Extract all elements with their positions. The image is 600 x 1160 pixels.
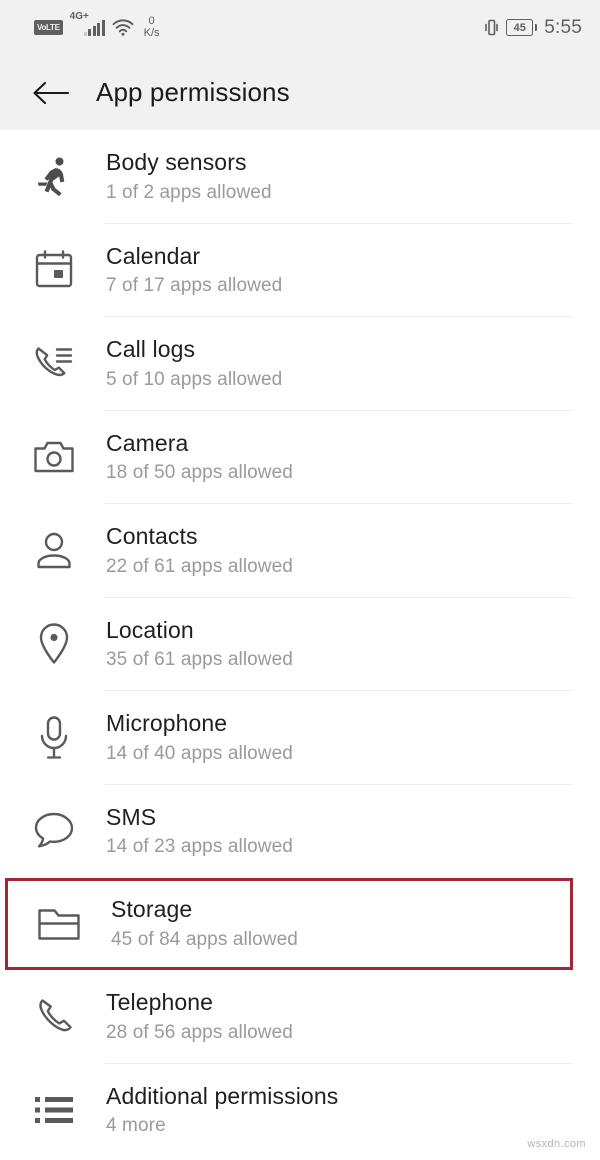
list-item-text: Call logs 5 of 10 apps allowed bbox=[106, 335, 282, 392]
watermark: wsxdn.com bbox=[527, 1138, 586, 1150]
list-item-text: Location 35 of 61 apps allowed bbox=[106, 616, 293, 673]
list-item-calendar[interactable]: Calendar 7 of 17 apps allowed bbox=[0, 223, 600, 317]
folder-icon bbox=[27, 906, 91, 942]
list-item-text: Camera 18 of 50 apps allowed bbox=[106, 429, 293, 486]
location-pin-icon bbox=[22, 622, 86, 666]
list-item-label: Storage bbox=[111, 896, 193, 923]
list-item-label: SMS bbox=[106, 803, 157, 830]
calendar-icon bbox=[22, 249, 86, 291]
list-item-status: 45 of 84 apps allowed bbox=[111, 929, 298, 951]
contacts-person-icon bbox=[22, 531, 86, 571]
list-item-telephone[interactable]: Telephone 28 of 56 apps allowed bbox=[0, 970, 600, 1064]
list-item-status: 14 of 40 apps allowed bbox=[106, 742, 293, 764]
list-item-status: 1 of 2 apps allowed bbox=[106, 181, 272, 203]
list-bullets-icon bbox=[22, 1095, 86, 1125]
toolbar: App permissions bbox=[0, 55, 600, 130]
list-item-label: Location bbox=[106, 616, 194, 643]
list-item-label: Contacts bbox=[106, 523, 198, 550]
page-title: App permissions bbox=[96, 77, 290, 107]
list-item-status: 28 of 56 apps allowed bbox=[106, 1021, 293, 1043]
microphone-icon bbox=[22, 715, 86, 761]
camera-icon bbox=[22, 438, 86, 476]
volte-icon: VoLTE bbox=[34, 20, 63, 35]
list-item-status: 7 of 17 apps allowed bbox=[106, 275, 283, 297]
list-item-text: Contacts 22 of 61 apps allowed bbox=[106, 522, 293, 579]
list-item-text: Calendar 7 of 17 apps allowed bbox=[106, 242, 282, 299]
list-item-camera[interactable]: Camera 18 of 50 apps allowed bbox=[0, 410, 600, 504]
list-item-label: Additional permissions bbox=[106, 1082, 339, 1109]
list-item-call-logs[interactable]: Call logs 5 of 10 apps allowed bbox=[0, 317, 600, 411]
list-item-status: 4 more bbox=[106, 1115, 166, 1137]
list-item-text: Additional permissions 4 more bbox=[106, 1082, 338, 1139]
phone-screen: VoLTE 4G+ 0 K/s 45 5:55 App permissions … bbox=[0, 0, 600, 1160]
telephone-icon bbox=[22, 996, 86, 1038]
list-item-status: 35 of 61 apps allowed bbox=[106, 649, 293, 671]
list-item-status: 14 of 23 apps allowed bbox=[106, 836, 293, 858]
list-item-status: 5 of 10 apps allowed bbox=[106, 368, 283, 390]
list-item-additional-permissions[interactable]: Additional permissions 4 more bbox=[0, 1063, 600, 1157]
list-item-body-sensors[interactable]: Body sensors 1 of 2 apps allowed bbox=[0, 130, 600, 224]
list-item-status: 18 of 50 apps allowed bbox=[106, 462, 293, 484]
wifi-icon bbox=[112, 19, 134, 36]
status-bar-right: 45 5:55 bbox=[484, 17, 582, 39]
list-item-status: 22 of 61 apps allowed bbox=[106, 555, 293, 577]
list-item-contacts[interactable]: Contacts 22 of 61 apps allowed bbox=[0, 504, 600, 598]
list-item-label: Microphone bbox=[106, 710, 228, 737]
list-item-text: Telephone 28 of 56 apps allowed bbox=[106, 988, 293, 1045]
list-item-microphone[interactable]: Microphone 14 of 40 apps allowed bbox=[0, 691, 600, 785]
vibrate-icon bbox=[484, 18, 499, 37]
list-item-label: Body sensors bbox=[106, 149, 247, 176]
signal-bars-icon: 4G+ bbox=[70, 11, 105, 36]
list-item-text: SMS 14 of 23 apps allowed bbox=[106, 803, 293, 860]
battery-icon: 45 bbox=[506, 19, 538, 36]
list-item-text: Microphone 14 of 40 apps allowed bbox=[106, 709, 293, 766]
list-item-storage[interactable]: Storage 45 of 84 apps allowed bbox=[5, 878, 573, 970]
back-arrow-icon[interactable] bbox=[30, 72, 72, 114]
running-person-icon bbox=[22, 155, 86, 199]
list-item-location[interactable]: Location 35 of 61 apps allowed bbox=[0, 597, 600, 691]
list-item-label: Call logs bbox=[106, 336, 196, 363]
sms-bubble-icon bbox=[22, 811, 86, 851]
call-logs-icon bbox=[22, 343, 86, 385]
status-bar-clock: 5:55 bbox=[544, 16, 582, 38]
permissions-list: Body sensors 1 of 2 apps allowed Calenda… bbox=[0, 130, 600, 1157]
network-speed-indicator: 0 K/s bbox=[143, 14, 160, 39]
list-item-text: Body sensors 1 of 2 apps allowed bbox=[106, 148, 272, 205]
list-item-label: Telephone bbox=[106, 989, 214, 1016]
status-bar-left: VoLTE 4G+ 0 K/s bbox=[34, 11, 160, 39]
status-bar: VoLTE 4G+ 0 K/s 45 5:55 bbox=[0, 0, 600, 55]
list-item-label: Camera bbox=[106, 429, 189, 456]
list-item-sms[interactable]: SMS 14 of 23 apps allowed bbox=[0, 784, 600, 878]
list-item-label: Calendar bbox=[106, 242, 201, 269]
list-item-text: Storage 45 of 84 apps allowed bbox=[111, 895, 298, 952]
